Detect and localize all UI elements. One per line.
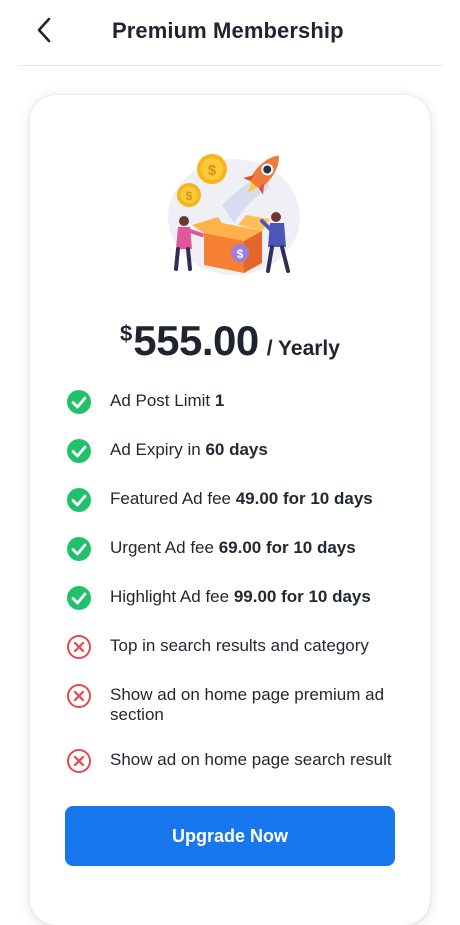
app-header: Premium Membership — [0, 0, 460, 66]
feature-item: Highlight Ad fee 99.00 for 10 days — [66, 586, 406, 611]
feature-label: Top in search results and category — [110, 636, 369, 655]
membership-card: $ $ $ $ 555.00 / Yearly Ad Post Limit 1 … — [30, 95, 430, 925]
feature-label: Urgent Ad fee — [110, 538, 219, 557]
price: $ 555.00 / Yearly — [30, 317, 430, 365]
check-circle-icon — [67, 439, 91, 463]
header-divider — [18, 65, 442, 66]
feature-text: Highlight Ad fee 99.00 for 10 days — [110, 587, 406, 607]
feature-list: Ad Post Limit 1 Ad Expiry in 60 days Featu… — [66, 390, 406, 799]
feature-label: Show ad on home page search result — [110, 750, 392, 769]
feature-value: 60 days — [205, 440, 268, 459]
feature-label: Ad Post Limit — [110, 391, 215, 410]
x-circle-icon — [67, 749, 91, 773]
coin-icon: $ — [177, 183, 201, 207]
coin-icon: $ — [197, 154, 227, 184]
feature-value: 69.00 for 10 days — [218, 538, 356, 557]
feature-text: Show ad on home page search result — [110, 750, 406, 770]
feature-text: Top in search results and category — [110, 636, 406, 656]
svg-text:$: $ — [186, 189, 193, 203]
check-circle-icon — [67, 488, 91, 512]
x-circle-icon — [67, 635, 91, 659]
feature-item: Urgent Ad fee 69.00 for 10 days — [66, 537, 406, 562]
feature-item: Featured Ad fee 49.00 for 10 days — [66, 488, 406, 513]
upgrade-now-button[interactable]: Upgrade Now — [65, 806, 395, 866]
price-amount: 555.00 — [133, 317, 259, 364]
dollar-tag-icon: $ — [231, 244, 249, 262]
feature-label: Featured Ad fee — [110, 489, 236, 508]
price-currency: $ — [120, 321, 133, 346]
feature-item: Top in search results and category — [66, 635, 406, 660]
feature-text: Show ad on home page premium ad section — [110, 685, 406, 725]
feature-item: Ad Expiry in 60 days — [66, 439, 406, 464]
feature-text: Ad Expiry in 60 days — [110, 440, 406, 460]
feature-value: 99.00 for 10 days — [233, 587, 371, 606]
page-title: Premium Membership — [112, 18, 344, 43]
feature-value: 1 — [214, 391, 225, 410]
feature-item: Show ad on home page search result — [66, 749, 406, 774]
back-button[interactable] — [28, 12, 60, 48]
price-period: / Yearly — [266, 337, 340, 360]
svg-text:$: $ — [237, 247, 244, 261]
feature-value: 49.00 for 10 days — [235, 489, 373, 508]
check-circle-icon — [67, 537, 91, 561]
feature-text: Urgent Ad fee 69.00 for 10 days — [110, 538, 406, 558]
x-circle-icon — [67, 684, 91, 708]
feature-item: Show ad on home page premium ad section — [66, 684, 406, 725]
check-circle-icon — [67, 390, 91, 414]
feature-item: Ad Post Limit 1 — [66, 390, 406, 415]
feature-label: Highlight Ad fee — [110, 587, 234, 606]
feature-text: Featured Ad fee 49.00 for 10 days — [110, 489, 406, 509]
chevron-left-icon — [37, 17, 51, 43]
rocket-coins-gift-illustration: $ $ $ — [168, 154, 300, 275]
feature-label: Show ad on home page premium ad section — [110, 685, 385, 724]
svg-text:$: $ — [208, 162, 217, 179]
check-circle-icon — [67, 586, 91, 610]
feature-text: Ad Post Limit 1 — [110, 391, 406, 411]
feature-label: Ad Expiry in — [110, 440, 206, 459]
